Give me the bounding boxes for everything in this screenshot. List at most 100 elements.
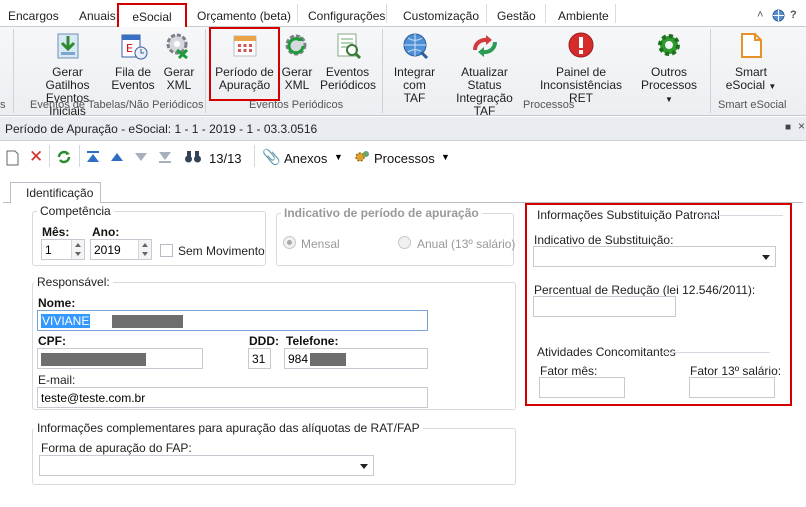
group-separator [13,29,14,113]
button-label: eSocial [725,78,766,92]
info-icon[interactable]: ? [790,9,797,21]
tab-esocial-label: eSocial [132,10,172,24]
gerar-xml-periodicos-button[interactable]: Gerar XML [280,30,314,92]
collapse-ribbon-icon[interactable]: ˄ [757,9,763,21]
eventos-periodicos-button[interactable]: Eventos Periódicos [320,30,376,92]
cpf-label: CPF: [38,334,66,348]
atualizar-status-button[interactable]: Atualizar Status Integração TAF [444,30,525,118]
spinner-arrows-icon[interactable] [71,240,84,259]
group-separator [710,29,711,113]
chevron-down-icon [762,255,770,260]
svg-text:E: E [126,42,133,55]
xml-refresh-icon [285,34,307,56]
anexos-dropdown-icon[interactable]: ▼ [334,152,343,162]
button-label: Outros [650,65,687,79]
next-record-icon[interactable] [134,152,148,162]
tab-esocial[interactable]: eSocial [117,3,187,28]
button-label: Smart [734,65,767,79]
tab-identificacao[interactable]: Identificação [10,182,101,203]
toolbar-separator [79,145,80,167]
tab-customizacao[interactable]: Customização [403,9,479,23]
group-separator [205,29,206,113]
cpf-input[interactable] [37,348,203,369]
button-label: Processos [640,78,698,92]
chevron-down-icon [360,464,368,469]
gear-icon [658,34,680,56]
nome-label: Nome: [38,296,76,310]
ddd-label: DDD: [249,334,279,348]
email-value: teste@teste.com.br [41,391,146,405]
redacted-block [41,353,146,366]
outros-processos-button[interactable]: Outros Processos ▼ [637,30,701,106]
mes-value: 1 [45,243,52,257]
sem-movimento-checkbox[interactable] [160,244,173,257]
button-label: Integração TAF [456,91,513,118]
indicativo-periodo-title: Indicativo de período de apuração [281,206,482,220]
fator-mes-label: Fator mês: [540,364,598,378]
atividades-title: Atividades Concomitantes [537,345,676,359]
fila-eventos-button[interactable]: E Fila de Eventos [111,30,155,92]
telefone-value: 984 [288,352,309,366]
ano-label: Ano: [92,225,120,239]
anual-radio[interactable] [398,236,411,249]
binoculars-icon[interactable] [184,150,202,164]
gerar-xml-button[interactable]: Gerar XML [159,30,199,92]
ddd-input[interactable]: 31 [248,348,271,369]
tab-orcamento[interactable]: Orçamento (beta) [197,9,291,23]
ddd-value: 31 [252,352,266,366]
mensal-radio[interactable] [283,236,296,249]
smart-esocial-button[interactable]: Smart eSocial ▼ [722,30,780,93]
dropdown-arrow-icon: ▼ [665,95,673,104]
window-menu-icon[interactable]: ■ [785,122,791,133]
button-label: Fila de [114,65,152,79]
refresh-icon[interactable] [56,149,72,165]
nome-input[interactable]: VIVIANE [37,310,428,331]
button-label: Eventos [111,78,155,92]
anual-label: Anual (13º salário) [417,237,516,251]
telefone-input[interactable]: 984 [284,348,428,369]
button-label: Gerar [281,65,313,79]
ano-spinner[interactable]: 2019 [90,239,152,260]
tab-configuracoes[interactable]: Configurações [308,9,385,23]
tab-separator [615,4,616,23]
integrar-taf-button[interactable]: Integrar com TAF [391,30,438,105]
percentual-reducao-input[interactable] [533,296,676,317]
previous-record-icon[interactable] [110,152,124,162]
tab-ambiente[interactable]: Ambiente [558,9,609,23]
email-input[interactable]: teste@teste.com.br [37,387,428,408]
competencia-title: Competência [37,204,114,218]
last-record-icon[interactable] [158,150,172,164]
fator-13-input[interactable] [689,377,775,398]
mes-spinner[interactable]: 1 [41,239,85,260]
spinner-arrows-icon[interactable] [138,240,151,259]
periodo-apuracao-highlight [209,27,280,101]
processos-gear-icon[interactable] [354,149,370,165]
forma-apuracao-select[interactable] [39,455,374,476]
dropdown-arrow-icon: ▼ [768,82,777,91]
substituicao-title: Informações Substituição Patronal [537,208,720,222]
sync-arrows-icon [472,35,497,57]
new-record-icon[interactable] [6,150,19,166]
tab-gestao[interactable]: Gestão [497,9,536,23]
tab-encargos[interactable]: Encargos [8,9,59,23]
help-globe-icon[interactable] [772,9,785,25]
painel-inconsistencias-button[interactable]: Painel de Inconsistências RET [531,30,631,105]
forma-apuracao-label: Forma de apuração do FAP: [41,441,192,455]
processos-dropdown-icon[interactable]: ▼ [441,152,450,162]
tab-anuais[interactable]: Anuais [79,9,116,23]
group-label-fragment: s [0,99,6,111]
first-record-icon[interactable] [86,150,100,164]
processos-button[interactable]: Processos [374,151,435,166]
tab-separator [386,4,387,23]
indicativo-substituicao-label: Indicativo de Substituição: [534,233,674,247]
fator-mes-input[interactable] [539,377,625,398]
toolbar-separator [254,145,255,167]
close-window-icon[interactable]: × [798,119,805,133]
indicativo-substituicao-select[interactable] [533,246,776,267]
group-line [701,215,783,216]
tab-identificacao-label: Identificação [26,186,94,200]
delete-icon[interactable]: ✕ [29,147,43,167]
paperclip-icon[interactable]: 📎 [262,148,281,166]
anexos-button[interactable]: Anexos [284,151,327,166]
sem-movimento-label: Sem Movimento [178,244,265,258]
